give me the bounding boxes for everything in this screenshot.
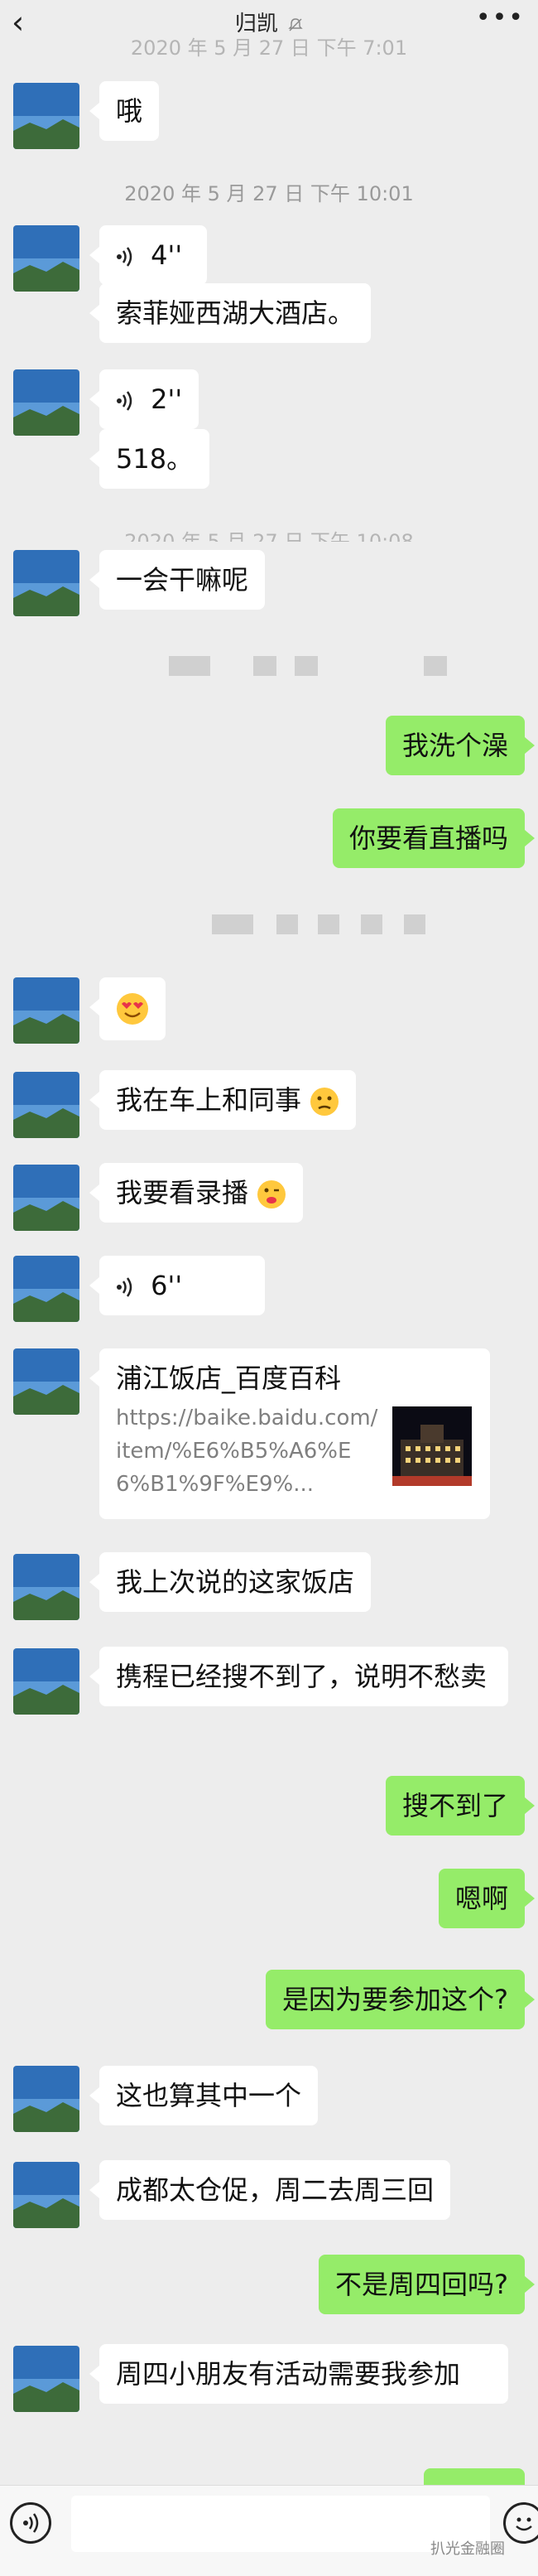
avatar[interactable] [13, 550, 79, 616]
chat-screen: ‹ 归凯 ••• 2020 年 5 月 27 日 下午 7:01 哦 2020 … [0, 0, 538, 2576]
message-bubble[interactable]: 一会干嘛呢 [89, 550, 266, 610]
message-text: 我要看录播 [116, 1177, 249, 1208]
voice-message[interactable]: 6'' [89, 1256, 265, 1315]
voice-wave-icon [117, 247, 132, 267]
message-bubble[interactable]: 我要看录播 [89, 1163, 304, 1223]
input-bar: 扒光金融圈 [0, 2485, 538, 2576]
avatar[interactable] [13, 2346, 79, 2412]
message-bubble[interactable]: 索菲娅西湖大酒店。 [89, 283, 372, 343]
message-bubble[interactable]: 这也算其中一个 [89, 2066, 319, 2125]
message-bubble[interactable]: 不是周四回吗? [319, 2255, 535, 2314]
avatar[interactable] [13, 2066, 79, 2132]
blurred-timestamp [424, 656, 447, 676]
link-card[interactable]: 浦江饭店_百度百科 https://baike.baidu.com/item/%… [89, 1348, 490, 1519]
avatar[interactable] [13, 977, 79, 1044]
blurred-timestamp [404, 914, 425, 934]
timestamp: 2020 年 5 月 27 日 下午 10:08 [124, 530, 414, 542]
message-bubble[interactable]: 哦 [89, 81, 160, 141]
avatar[interactable] [13, 1554, 79, 1620]
avatar[interactable] [13, 1256, 79, 1322]
avatar[interactable] [13, 1648, 79, 1715]
link-thumbnail [392, 1406, 472, 1486]
avatar[interactable] [13, 2162, 79, 2228]
avatar[interactable] [13, 1348, 79, 1415]
message-text: 我在车上和同事 [116, 1084, 302, 1116]
blurred-timestamp [253, 656, 276, 676]
blurred-timestamp [295, 656, 318, 676]
watermark: 扒光金融圈 [430, 2540, 505, 2558]
message-bubble[interactable]: 搜不到了 [385, 1776, 536, 1836]
message-bubble[interactable]: 嗯啊 [438, 1869, 536, 1928]
message-bubble[interactable]: 518。 [89, 429, 210, 489]
message-bubble[interactable]: 携程已经搜不到了，说明不愁卖 [89, 1647, 508, 1706]
message-input[interactable] [71, 2496, 490, 2552]
message-bubble-partial[interactable] [424, 2468, 525, 2485]
avatar[interactable] [13, 83, 79, 149]
avatar[interactable] [13, 225, 79, 292]
blurred-timestamp [318, 914, 339, 934]
timestamp: 2020 年 5 月 27 日 下午 7:01 [130, 36, 408, 60]
more-dots-icon[interactable]: ••• [476, 3, 525, 32]
link-title: 浦江饭店_百度百科 [116, 1363, 342, 1394]
emoji-message[interactable] [89, 977, 166, 1040]
avatar[interactable] [13, 1072, 79, 1138]
voice-duration: 6'' [151, 1270, 183, 1301]
timestamp: 2020 年 5 月 27 日 下午 10:01 [124, 182, 414, 205]
tongue-emoji-icon [257, 1180, 286, 1208]
voice-duration: 2'' [151, 384, 183, 415]
message-bubble[interactable]: 你要看直播吗 [332, 808, 536, 868]
heart-eyes-emoji-icon [117, 993, 148, 1025]
voice-message[interactable]: 2'' [89, 369, 199, 429]
mute-bell-icon [288, 17, 303, 31]
voice-message[interactable]: 4'' [89, 225, 207, 285]
message-bubble[interactable]: 成都太仓促，周二去周三回 [89, 2160, 451, 2220]
message-bubble[interactable]: 我上次说的这家饭店 [89, 1552, 372, 1612]
avatar[interactable] [13, 369, 79, 436]
blurred-timestamp [169, 656, 210, 676]
voice-wave-icon [117, 1277, 132, 1297]
message-bubble[interactable]: 周四小朋友有活动需要我参加 [89, 2344, 508, 2404]
voice-duration: 4'' [151, 239, 183, 271]
message-bubble[interactable]: 我在车上和同事 [89, 1070, 357, 1130]
blurred-timestamp [361, 914, 382, 934]
message-bubble[interactable]: 是因为要参加这个? [266, 1970, 535, 2029]
voice-input-icon[interactable] [10, 2502, 51, 2544]
blurred-timestamp [212, 914, 253, 934]
emoji-icon[interactable] [503, 2502, 538, 2544]
avatar[interactable] [13, 1165, 79, 1231]
link-url: https://baike.baidu.com/item/%E6%B5%A6%E… [116, 1406, 378, 1497]
voice-wave-icon [117, 391, 132, 411]
message-bubble[interactable]: 我洗个澡 [385, 716, 536, 775]
awkward-emoji-icon [310, 1088, 339, 1116]
blurred-timestamp [276, 914, 298, 934]
